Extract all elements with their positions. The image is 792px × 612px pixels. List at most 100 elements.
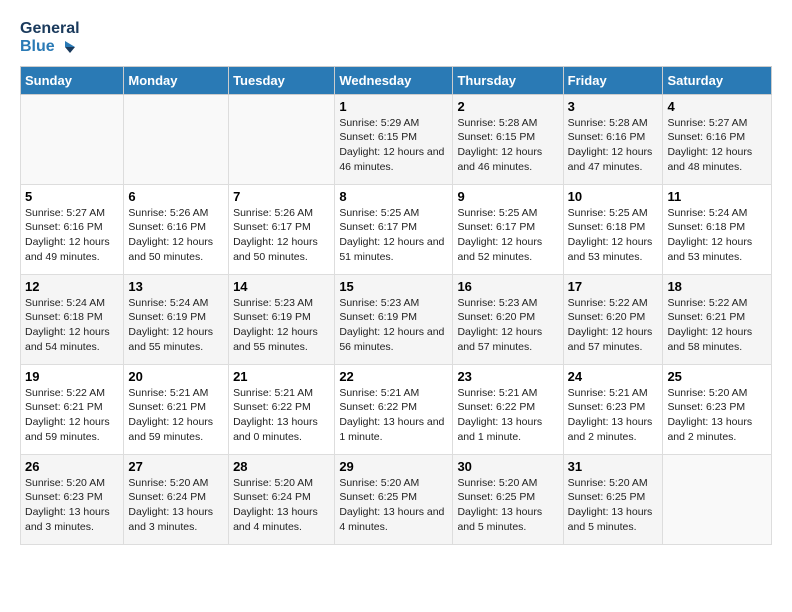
day-info: Sunrise: 5:23 AMSunset: 6:19 PMDaylight:… — [233, 297, 318, 353]
day-number: 9 — [457, 189, 558, 204]
calendar-cell: 26 Sunrise: 5:20 AMSunset: 6:23 PMDayligh… — [21, 454, 124, 544]
day-number: 7 — [233, 189, 330, 204]
day-number: 1 — [339, 99, 448, 114]
day-number: 28 — [233, 459, 330, 474]
weekday-header: Saturday — [663, 66, 772, 94]
day-info: Sunrise: 5:29 AMSunset: 6:15 PMDaylight:… — [339, 117, 444, 173]
day-number: 15 — [339, 279, 448, 294]
day-number: 8 — [339, 189, 448, 204]
day-number: 24 — [568, 369, 659, 384]
day-number: 25 — [667, 369, 767, 384]
day-info: Sunrise: 5:22 AMSunset: 6:21 PMDaylight:… — [25, 387, 110, 443]
calendar-body: 1 Sunrise: 5:29 AMSunset: 6:15 PMDaylight… — [21, 94, 772, 544]
day-number: 17 — [568, 279, 659, 294]
day-number: 3 — [568, 99, 659, 114]
day-info: Sunrise: 5:27 AMSunset: 6:16 PMDaylight:… — [667, 117, 752, 173]
day-number: 13 — [128, 279, 224, 294]
day-number: 4 — [667, 99, 767, 114]
calendar-cell: 30 Sunrise: 5:20 AMSunset: 6:25 PMDayligh… — [453, 454, 563, 544]
weekday-header: Monday — [124, 66, 229, 94]
day-info: Sunrise: 5:21 AMSunset: 6:21 PMDaylight:… — [128, 387, 213, 443]
day-number: 16 — [457, 279, 558, 294]
logo: General Blue — [20, 20, 80, 56]
calendar-cell: 3 Sunrise: 5:28 AMSunset: 6:16 PMDaylight… — [563, 94, 663, 184]
day-info: Sunrise: 5:24 AMSunset: 6:18 PMDaylight:… — [667, 207, 752, 263]
day-info: Sunrise: 5:23 AMSunset: 6:19 PMDaylight:… — [339, 297, 444, 353]
calendar-cell: 8 Sunrise: 5:25 AMSunset: 6:17 PMDaylight… — [335, 184, 453, 274]
weekday-header: Friday — [563, 66, 663, 94]
day-number: 29 — [339, 459, 448, 474]
calendar-cell — [663, 454, 772, 544]
calendar-cell: 28 Sunrise: 5:20 AMSunset: 6:24 PMDayligh… — [229, 454, 335, 544]
calendar-cell: 18 Sunrise: 5:22 AMSunset: 6:21 PMDayligh… — [663, 274, 772, 364]
weekday-header: Tuesday — [229, 66, 335, 94]
calendar-table: SundayMondayTuesdayWednesdayThursdayFrid… — [20, 66, 772, 545]
day-number: 5 — [25, 189, 119, 204]
day-number: 12 — [25, 279, 119, 294]
calendar-cell: 20 Sunrise: 5:21 AMSunset: 6:21 PMDayligh… — [124, 364, 229, 454]
logo-graphic: General Blue — [20, 20, 80, 56]
calendar-week-row: 26 Sunrise: 5:20 AMSunset: 6:23 PMDayligh… — [21, 454, 772, 544]
calendar-cell: 6 Sunrise: 5:26 AMSunset: 6:16 PMDaylight… — [124, 184, 229, 274]
day-info: Sunrise: 5:25 AMSunset: 6:17 PMDaylight:… — [339, 207, 444, 263]
day-number: 21 — [233, 369, 330, 384]
calendar-cell: 10 Sunrise: 5:25 AMSunset: 6:18 PMDayligh… — [563, 184, 663, 274]
day-info: Sunrise: 5:27 AMSunset: 6:16 PMDaylight:… — [25, 207, 110, 263]
calendar-week-row: 1 Sunrise: 5:29 AMSunset: 6:15 PMDaylight… — [21, 94, 772, 184]
weekday-header: Wednesday — [335, 66, 453, 94]
logo-bird-icon — [57, 38, 75, 56]
day-number: 20 — [128, 369, 224, 384]
calendar-cell: 14 Sunrise: 5:23 AMSunset: 6:19 PMDayligh… — [229, 274, 335, 364]
day-info: Sunrise: 5:21 AMSunset: 6:22 PMDaylight:… — [457, 387, 542, 443]
day-info: Sunrise: 5:21 AMSunset: 6:22 PMDaylight:… — [233, 387, 318, 443]
day-number: 30 — [457, 459, 558, 474]
day-number: 18 — [667, 279, 767, 294]
day-info: Sunrise: 5:26 AMSunset: 6:17 PMDaylight:… — [233, 207, 318, 263]
day-number: 26 — [25, 459, 119, 474]
day-number: 31 — [568, 459, 659, 474]
calendar-cell: 29 Sunrise: 5:20 AMSunset: 6:25 PMDayligh… — [335, 454, 453, 544]
day-number: 22 — [339, 369, 448, 384]
day-info: Sunrise: 5:25 AMSunset: 6:18 PMDaylight:… — [568, 207, 653, 263]
calendar-cell: 31Sunrise: 5:20 AMSunset: 6:25 PMDayligh… — [563, 454, 663, 544]
day-number: 6 — [128, 189, 224, 204]
calendar-cell: 15 Sunrise: 5:23 AMSunset: 6:19 PMDayligh… — [335, 274, 453, 364]
day-number: 23 — [457, 369, 558, 384]
calendar-cell: 17 Sunrise: 5:22 AMSunset: 6:20 PMDayligh… — [563, 274, 663, 364]
day-info: Sunrise: 5:26 AMSunset: 6:16 PMDaylight:… — [128, 207, 213, 263]
calendar-cell: 5 Sunrise: 5:27 AMSunset: 6:16 PMDaylight… — [21, 184, 124, 274]
calendar-cell: 27Sunrise: 5:20 AMSunset: 6:24 PMDayligh… — [124, 454, 229, 544]
day-info: Sunrise: 5:24 AMSunset: 6:19 PMDaylight:… — [128, 297, 213, 353]
calendar-cell: 13 Sunrise: 5:24 AMSunset: 6:19 PMDayligh… — [124, 274, 229, 364]
day-info: Sunrise: 5:20 AMSunset: 6:23 PMDaylight:… — [25, 477, 110, 533]
day-number: 10 — [568, 189, 659, 204]
calendar-cell: 12 Sunrise: 5:24 AMSunset: 6:18 PMDayligh… — [21, 274, 124, 364]
calendar-cell: 16Sunrise: 5:23 AMSunset: 6:20 PMDayligh… — [453, 274, 563, 364]
calendar-cell: 22Sunrise: 5:21 AMSunset: 6:22 PMDayligh… — [335, 364, 453, 454]
page-header: General Blue — [20, 20, 772, 56]
calendar-week-row: 5 Sunrise: 5:27 AMSunset: 6:16 PMDaylight… — [21, 184, 772, 274]
day-number: 19 — [25, 369, 119, 384]
weekday-header: Sunday — [21, 66, 124, 94]
day-info: Sunrise: 5:22 AMSunset: 6:21 PMDaylight:… — [667, 297, 752, 353]
calendar-cell: 11Sunrise: 5:24 AMSunset: 6:18 PMDayligh… — [663, 184, 772, 274]
day-number: 27 — [128, 459, 224, 474]
day-info: Sunrise: 5:20 AMSunset: 6:25 PMDaylight:… — [339, 477, 444, 533]
calendar-week-row: 12 Sunrise: 5:24 AMSunset: 6:18 PMDayligh… — [21, 274, 772, 364]
day-info: Sunrise: 5:22 AMSunset: 6:20 PMDaylight:… — [568, 297, 653, 353]
calendar-cell: 2Sunrise: 5:28 AMSunset: 6:15 PMDaylight… — [453, 94, 563, 184]
day-info: Sunrise: 5:24 AMSunset: 6:18 PMDaylight:… — [25, 297, 110, 353]
calendar-cell: 1 Sunrise: 5:29 AMSunset: 6:15 PMDaylight… — [335, 94, 453, 184]
calendar-week-row: 19 Sunrise: 5:22 AMSunset: 6:21 PMDayligh… — [21, 364, 772, 454]
calendar-cell: 25 Sunrise: 5:20 AMSunset: 6:23 PMDayligh… — [663, 364, 772, 454]
day-info: Sunrise: 5:20 AMSunset: 6:24 PMDaylight:… — [233, 477, 318, 533]
calendar-cell — [21, 94, 124, 184]
day-info: Sunrise: 5:28 AMSunset: 6:16 PMDaylight:… — [568, 117, 653, 173]
day-number: 14 — [233, 279, 330, 294]
day-info: Sunrise: 5:20 AMSunset: 6:25 PMDaylight:… — [457, 477, 542, 533]
day-number: 2 — [457, 99, 558, 114]
calendar-cell: 9Sunrise: 5:25 AMSunset: 6:17 PMDaylight… — [453, 184, 563, 274]
day-info: Sunrise: 5:20 AMSunset: 6:23 PMDaylight:… — [667, 387, 752, 443]
calendar-cell: 24Sunrise: 5:21 AMSunset: 6:23 PMDayligh… — [563, 364, 663, 454]
calendar-cell — [124, 94, 229, 184]
